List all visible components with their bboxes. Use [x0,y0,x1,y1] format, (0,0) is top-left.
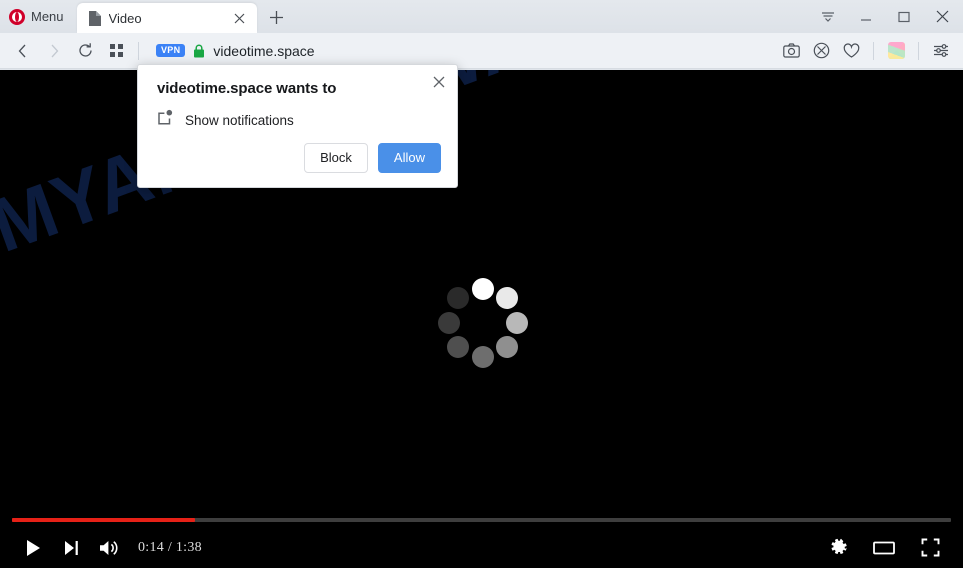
opera-logo-icon [9,8,25,25]
maximize-icon[interactable] [885,2,923,32]
tab-strip: Menu Video [0,0,963,33]
spinner-dot [495,335,518,358]
close-icon[interactable] [923,2,961,32]
theater-mode-icon[interactable] [865,529,903,567]
notification-icon [157,109,174,131]
page-icon [88,10,101,26]
progress-bar[interactable] [12,518,951,522]
notification-permission-dialog: videotime.space wants to Show notificati… [137,64,458,188]
url-input[interactable]: VPN videotime.space [146,37,776,65]
spinner-dot [447,287,470,310]
permission-label: Show notifications [185,112,294,128]
snapshot-icon[interactable] [777,37,805,65]
tab-title: Video [108,10,142,26]
player-right-controls [819,529,949,567]
tab-list-icon[interactable] [809,2,847,32]
block-button[interactable]: Block [304,142,368,173]
player-controls: 0:14 / 1:38 [0,515,963,568]
permission-row: Show notifications [157,109,294,131]
spinner-dot [505,311,528,334]
url-text: videotime.space [213,42,315,59]
play-icon[interactable] [14,529,52,567]
spinner-dot [495,287,518,310]
progress-fill [12,518,196,522]
minimize-icon[interactable] [847,2,885,32]
dialog-actions: Block Allow [304,142,441,173]
back-arrow-icon[interactable] [8,37,38,65]
tab-close-icon[interactable] [231,9,249,27]
ad-blocker-icon[interactable] [807,37,835,65]
fullscreen-icon[interactable] [911,529,949,567]
window-controls [809,0,963,33]
vpn-badge[interactable]: VPN [156,44,186,57]
dialog-close-icon[interactable] [429,72,449,92]
toolbar-divider-3 [918,41,919,60]
tab-video[interactable]: Video [76,3,257,33]
toolbar-divider [138,41,139,60]
reload-icon[interactable] [70,37,100,65]
heart-icon[interactable] [837,37,865,65]
allow-button[interactable]: Allow [377,142,441,173]
lock-icon[interactable] [193,44,205,58]
toolbar-right [777,37,955,65]
loading-spinner [435,275,530,370]
opera-menu-label: Menu [31,9,64,24]
time-display: 0:14 / 1:38 [138,539,202,555]
spinner-dot [437,311,460,334]
spinner-dot [471,345,494,368]
grid-icon[interactable] [101,37,131,65]
extension-cube-icon[interactable] [882,37,910,65]
volume-icon[interactable] [90,529,128,567]
spinner-dot [471,277,494,300]
next-track-icon[interactable] [52,529,90,567]
easy-setup-icon[interactable] [927,37,955,65]
spinner-dot [447,335,470,358]
new-tab-button[interactable] [263,3,291,31]
dialog-title: videotime.space wants to [157,80,337,97]
forward-arrow-icon[interactable] [39,37,69,65]
toolbar-divider-2 [873,41,874,60]
browser-window: Menu Video VPN videotime.space 0:14 / 1:… [0,0,963,568]
settings-gear-icon[interactable] [819,529,857,567]
opera-menu-button[interactable]: Menu [0,0,74,33]
